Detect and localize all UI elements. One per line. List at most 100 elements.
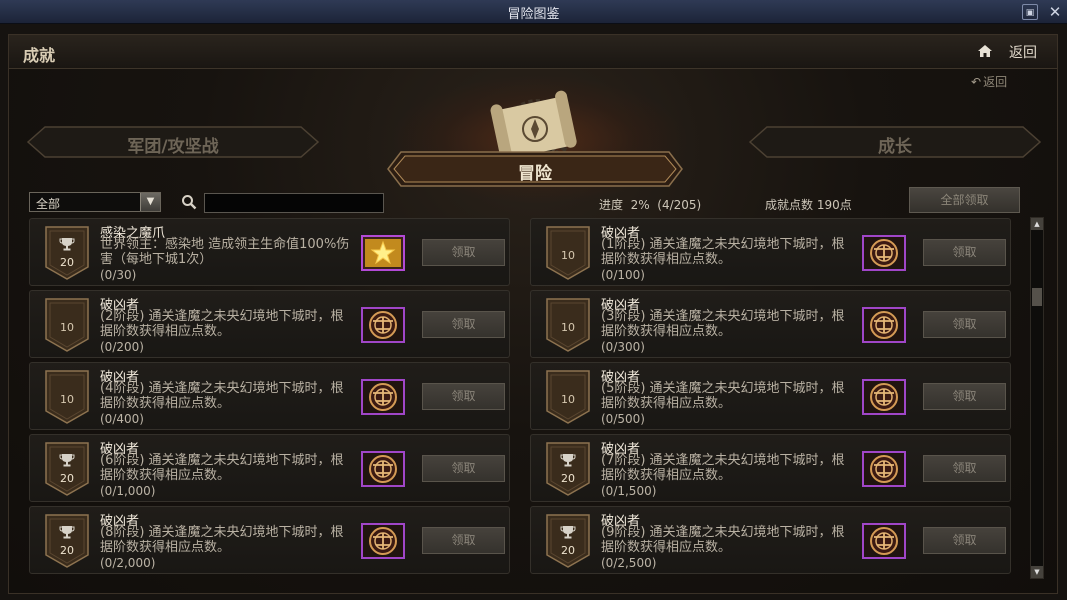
claim-button[interactable]: 领取 (422, 455, 505, 482)
claim-button[interactable]: 领取 (422, 527, 505, 554)
achievement-description: (2阶段) 通关逢魔之未央幻境地下城时，根据阶数获得相应点数。 (100, 309, 344, 339)
reward-emblem-icon[interactable] (862, 379, 906, 415)
page-title: 成就 (23, 46, 56, 65)
achievement-progress: (0/200) (100, 340, 144, 354)
claim-button[interactable]: 领取 (923, 527, 1006, 554)
tab-legion-raid-label: 军团/攻坚战 (127, 137, 219, 157)
achievement-card: 20 感染之魔爪 世界领主：感染地 造成领主生命值100%伤害（每地下城1次） (0/… (29, 218, 510, 286)
trophy-icon (59, 238, 75, 251)
achievement-description: (5阶段) 通关逢魔之未央幻境地下城时，根据阶数获得相应点数。 (601, 381, 845, 411)
adventure-codex-window: 冒险图鉴 ▣ ✕ 成就 返回 ↶ 返回 军团/攻坚战 成长 冒险 全部 ▼ 进度… (0, 0, 1067, 600)
trophy-icon (560, 454, 576, 467)
points-value: 10 (561, 321, 575, 334)
claim-button[interactable]: 领取 (923, 383, 1006, 410)
achievement-list: 20 感染之魔爪 世界领主：感染地 造成领主生命值100%伤害（每地下城1次） (0/… (29, 218, 1019, 578)
points-badge: 20 (44, 441, 90, 497)
achievement-progress: (0/1,000) (100, 484, 156, 498)
claim-button[interactable]: 领取 (422, 383, 505, 410)
achievement-description: (6阶段) 通关逢魔之未央幻境地下城时，根据阶数获得相应点数。 (100, 453, 344, 483)
achievement-description: (9阶段) 通关逢魔之未央幻境地下城时，根据阶数获得相应点数。 (601, 525, 845, 555)
claim-button[interactable]: 领取 (422, 311, 505, 338)
points-badge: 20 (545, 513, 591, 569)
tab-legion-raid[interactable]: 军团/攻坚战 (27, 126, 319, 158)
tab-growth-label: 成长 (878, 137, 912, 157)
achievement-card: 20 破凶者 (9阶段) 通关逢魔之未央幻境地下城时，根据阶数获得相应点数。 (0/2… (530, 506, 1011, 574)
scroll-down-button[interactable]: ▼ (1031, 566, 1043, 578)
chevron-down-icon[interactable]: ▼ (140, 193, 160, 211)
points-badge: 10 (44, 369, 90, 425)
return-button[interactable]: 返回 (1009, 42, 1037, 62)
achievement-points-text: 成就点数 190点 (765, 198, 852, 212)
points-value: 10 (561, 393, 575, 406)
close-button[interactable]: ✕ (1047, 4, 1063, 20)
achievement-progress: (0/500) (601, 412, 645, 426)
reward-emblem-icon[interactable] (361, 451, 405, 487)
achievement-card: 20 破凶者 (8阶段) 通关逢魔之未央幻境地下城时，根据阶数获得相应点数。 (0/2… (29, 506, 510, 574)
return-link-label: 返回 (983, 75, 1008, 89)
achievement-description: (8阶段) 通关逢魔之未央幻境地下城时，根据阶数获得相应点数。 (100, 525, 344, 555)
points-value: 10 (60, 321, 74, 334)
category-filter-select[interactable]: 全部 ▼ (29, 192, 161, 212)
achievement-card: 10 破凶者 (1阶段) 通关逢魔之未央幻境地下城时，根据阶数获得相应点数。 (0/1… (530, 218, 1011, 286)
claim-button[interactable]: 领取 (923, 239, 1006, 266)
list-scrollbar[interactable]: ▲ ▼ (1030, 217, 1044, 579)
achievement-panel: 成就 返回 ↶ 返回 军团/攻坚战 成长 冒险 全部 ▼ 进度 2% (4/20… (8, 34, 1058, 594)
points-value: 10 (60, 393, 74, 406)
achievement-card: 20 破凶者 (7阶段) 通关逢魔之未央幻境地下城时，根据阶数获得相应点数。 (0/1… (530, 434, 1011, 502)
achievement-progress: (0/100) (601, 268, 645, 282)
restore-button[interactable]: ▣ (1022, 4, 1038, 20)
achievement-progress: (0/300) (601, 340, 645, 354)
reward-emblem-icon[interactable] (361, 523, 405, 559)
achievement-card: 10 破凶者 (2阶段) 通关逢魔之未央幻境地下城时，根据阶数获得相应点数。 (0/2… (29, 290, 510, 358)
achievement-progress: (0/2,000) (100, 556, 156, 570)
scroll-thumb[interactable] (1032, 288, 1042, 306)
claim-button[interactable]: 领取 (923, 455, 1006, 482)
reward-emblem-icon[interactable] (862, 307, 906, 343)
achievement-description: (4阶段) 通关逢魔之未央幻境地下城时，根据阶数获得相应点数。 (100, 381, 344, 411)
progress-text: 进度 2% (4/205) (599, 198, 702, 212)
scroll-up-button[interactable]: ▲ (1031, 218, 1043, 230)
achievement-card: 10 破凶者 (5阶段) 通关逢魔之未央幻境地下城时，根据阶数获得相应点数。 (0/5… (530, 362, 1011, 430)
points-value: 20 (561, 544, 575, 557)
reward-emblem-icon[interactable] (862, 235, 906, 271)
claim-button[interactable]: 领取 (923, 311, 1006, 338)
points-badge: 10 (545, 297, 591, 353)
achievement-card: 10 破凶者 (4阶段) 通关逢魔之未央幻境地下城时，根据阶数获得相应点数。 (0/4… (29, 362, 510, 430)
reward-emblem-icon[interactable] (361, 307, 405, 343)
home-icon[interactable] (977, 44, 993, 58)
achievement-description: (1阶段) 通关逢魔之未央幻境地下城时，根据阶数获得相应点数。 (601, 237, 845, 267)
return-link[interactable]: ↶ 返回 (971, 73, 1007, 90)
reward-emblem-icon[interactable] (862, 523, 906, 559)
reward-emblem-icon[interactable] (862, 451, 906, 487)
claim-all-button[interactable]: 全部领取 (909, 187, 1020, 213)
achievement-description: (7阶段) 通关逢魔之未央幻境地下城时，根据阶数获得相应点数。 (601, 453, 845, 483)
window-title: 冒险图鉴 (507, 7, 560, 22)
title-bar[interactable]: 冒险图鉴 ▣ ✕ (0, 0, 1067, 24)
return-arrow-icon: ↶ (971, 75, 982, 89)
trophy-icon (59, 454, 75, 467)
tab-adventure[interactable]: 冒险 (387, 151, 683, 187)
trophy-icon (59, 526, 75, 539)
achievement-card: 20 破凶者 (6阶段) 通关逢魔之未央幻境地下城时，根据阶数获得相应点数。 (0/1… (29, 434, 510, 502)
points-badge: 10 (44, 297, 90, 353)
panel-header: 成就 返回 (9, 35, 1057, 69)
points-value: 20 (60, 256, 74, 269)
points-value: 20 (60, 544, 74, 557)
points-value: 20 (60, 472, 74, 485)
points-badge: 20 (44, 513, 90, 569)
achievement-description: (3阶段) 通关逢魔之未央幻境地下城时，根据阶数获得相应点数。 (601, 309, 845, 339)
reward-star-icon[interactable] (361, 235, 405, 271)
tab-growth[interactable]: 成长 (749, 126, 1041, 158)
points-badge: 10 (545, 225, 591, 281)
achievement-progress: (0/1,500) (601, 484, 657, 498)
points-value: 10 (561, 249, 575, 262)
points-badge: 20 (545, 441, 591, 497)
category-filter-value: 全部 (36, 197, 61, 211)
reward-emblem-icon[interactable] (361, 379, 405, 415)
achievement-progress: (0/400) (100, 412, 144, 426)
search-icon (182, 195, 197, 210)
claim-button[interactable]: 领取 (422, 239, 505, 266)
search-input[interactable] (204, 193, 384, 213)
achievement-card: 10 破凶者 (3阶段) 通关逢魔之未央幻境地下城时，根据阶数获得相应点数。 (0/3… (530, 290, 1011, 358)
points-badge: 10 (545, 369, 591, 425)
